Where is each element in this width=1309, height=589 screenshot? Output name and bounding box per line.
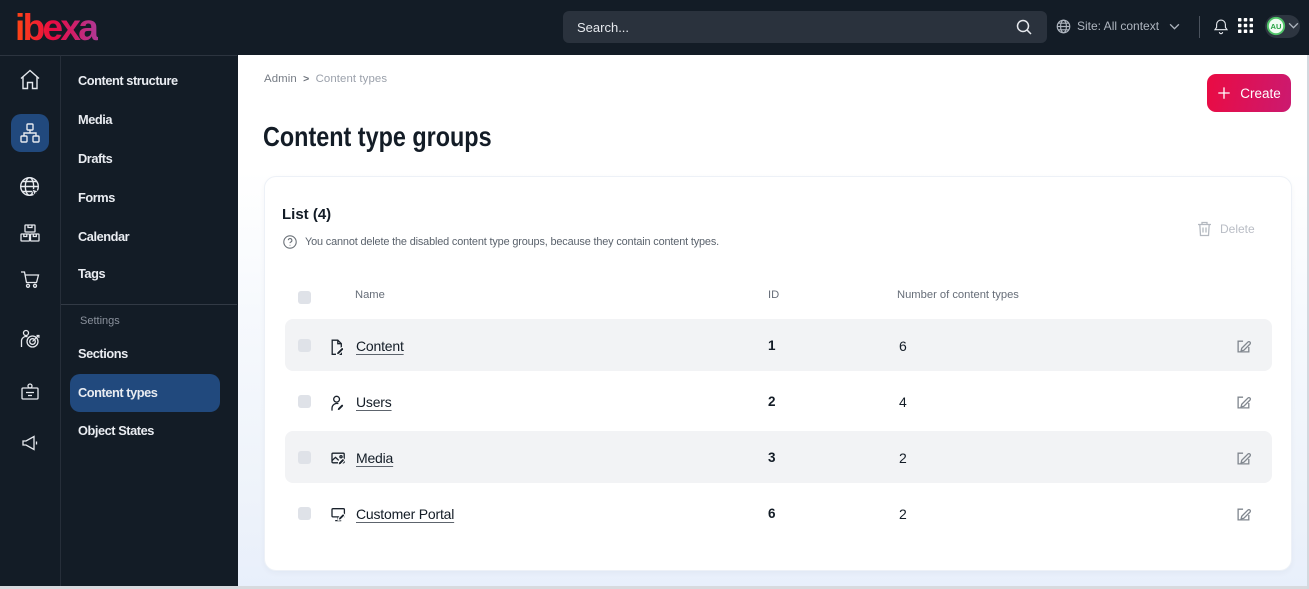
svg-text:AU: AU [1271, 22, 1282, 31]
svg-text:ibexa: ibexa [16, 7, 98, 47]
